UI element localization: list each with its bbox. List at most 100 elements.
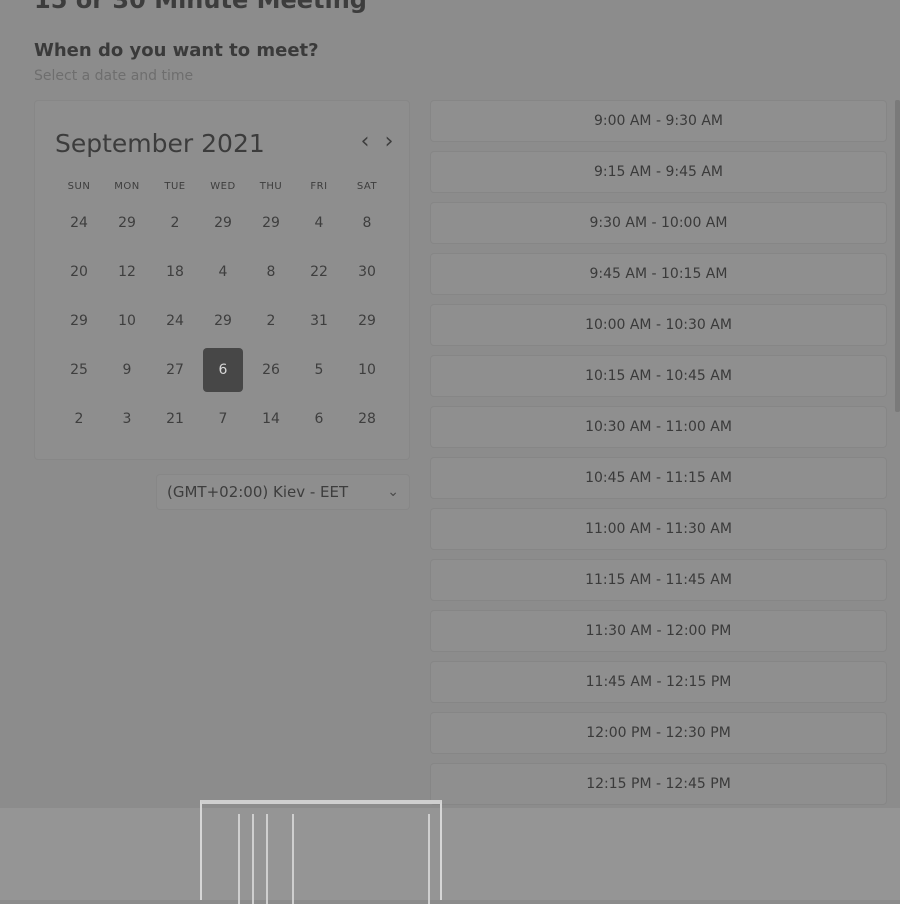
calendar-day-number: 29 [214, 312, 232, 329]
calendar-day-number: 24 [166, 312, 184, 329]
calendar-day-number: 31 [310, 312, 328, 329]
time-slot-button[interactable]: 11:00 AM - 11:30 AM [430, 508, 887, 550]
calendar-day-grid: 24 29 2 29 29 4 8 20 12 18 4 8 22 30 29 10 24 29 2 31 29 25 9 2… [55, 198, 391, 443]
calendar-day[interactable]: 8 [247, 247, 295, 296]
calendar-day[interactable]: 31 [295, 296, 343, 345]
calendar-day-number: 7 [218, 410, 228, 427]
calendar-day[interactable]: 2 [55, 394, 103, 443]
calendar-day-number: 12 [118, 263, 136, 280]
calendar-day[interactable]: 29 [103, 198, 151, 247]
section-subheading: Select a date and time [34, 68, 194, 84]
time-slot-button[interactable]: 11:45 AM - 12:15 PM [430, 661, 887, 703]
chevron-down-icon: ⌄ [387, 484, 399, 500]
time-slot-button[interactable]: 11:15 AM - 11:45 AM [430, 559, 887, 601]
calendar-day-number: 24 [70, 214, 88, 231]
calendar-day[interactable]: 10 [343, 345, 391, 394]
calendar-weekday-header: SUN MON TUE WED THU FRI SAT [55, 181, 391, 192]
calendar-day[interactable]: 29 [199, 296, 247, 345]
calendar-day-number: 28 [358, 410, 376, 427]
calendar-day[interactable]: 27 [151, 345, 199, 394]
weekday-label: SAT [356, 181, 378, 192]
calendar-day-number: 27 [166, 361, 184, 378]
calendar-day[interactable]: 25 [55, 345, 103, 394]
weekday-label: SUN [67, 181, 91, 192]
calendar-day[interactable]: 24 [55, 198, 103, 247]
calendar-day-number: 8 [362, 214, 372, 231]
time-slot-button[interactable]: 12:15 PM - 12:45 PM [430, 763, 887, 805]
calendar-day[interactable]: 18 [151, 247, 199, 296]
weekday-label: TUE [164, 181, 186, 192]
calendar-day[interactable]: 21 [151, 394, 199, 443]
footer-bar [266, 814, 268, 904]
weekday-label: WED [210, 181, 236, 192]
calendar-day-number: 29 [358, 312, 376, 329]
timezone-value: (GMT+02:00) Kiev - EET [167, 483, 349, 501]
page-title: 15 or 30 Minute Meeting [34, 0, 367, 14]
weekday-label: THU [259, 181, 283, 192]
calendar-day-number: 2 [170, 214, 180, 231]
calendar-day[interactable]: 29 [247, 198, 295, 247]
calendar-day[interactable]: 12 [103, 247, 151, 296]
time-slot-button[interactable]: 9:30 AM - 10:00 AM [430, 202, 887, 244]
footer-bar [292, 814, 294, 904]
time-slot-button[interactable]: 9:15 AM - 9:45 AM [430, 151, 887, 193]
footer-bar [428, 814, 430, 904]
time-slot-button[interactable]: 10:15 AM - 10:45 AM [430, 355, 887, 397]
calendar-day[interactable]: 6 [295, 394, 343, 443]
timezone-select[interactable]: (GMT+02:00) Kiev - EET ⌄ [156, 474, 410, 510]
calendar-day[interactable]: 26 [247, 345, 295, 394]
calendar-day-number: 14 [262, 410, 280, 427]
calendar-day[interactable]: 29 [343, 296, 391, 345]
calendar-day[interactable]: 2 [151, 198, 199, 247]
time-slot-button[interactable]: 9:00 AM - 9:30 AM [430, 100, 887, 142]
calendar-day-number: 29 [214, 214, 232, 231]
time-slot-button[interactable]: 12:00 PM - 12:30 PM [430, 712, 887, 754]
calendar-day[interactable]: 28 [343, 394, 391, 443]
weekday-label: MON [114, 181, 140, 192]
time-slot-button[interactable]: 10:30 AM - 11:00 AM [430, 406, 887, 448]
calendar-day-number: 25 [70, 361, 88, 378]
calendar-day[interactable]: 4 [199, 247, 247, 296]
footer-bar [238, 814, 240, 904]
scrollbar[interactable] [895, 100, 900, 412]
time-slot-button[interactable]: 9:45 AM - 10:15 AM [430, 253, 887, 295]
calendar-day-number: 4 [314, 214, 324, 231]
calendar-day[interactable]: 29 [199, 198, 247, 247]
calendar-day[interactable]: 9 [103, 345, 151, 394]
calendar-day[interactable]: 29 [55, 296, 103, 345]
calendar-day[interactable]: 30 [343, 247, 391, 296]
calendar-day-number: 9 [122, 361, 132, 378]
section-heading: When do you want to meet? [34, 40, 319, 61]
calendar-day[interactable]: 20 [55, 247, 103, 296]
calendar-day-number: 26 [262, 361, 280, 378]
calendar-day-number: 8 [266, 263, 276, 280]
calendar-day-number: 29 [118, 214, 136, 231]
calendar-day[interactable]: 4 [295, 198, 343, 247]
calendar: September 2021 ‹ › SUN MON TUE WED THU FRI SAT… [34, 100, 410, 460]
calendar-day[interactable]: 5 [295, 345, 343, 394]
calendar-day-selected[interactable]: 6 [199, 345, 247, 394]
time-slot-button[interactable]: 10:45 AM - 11:15 AM [430, 457, 887, 499]
calendar-day[interactable]: 3 [103, 394, 151, 443]
calendar-day-number: 30 [358, 263, 376, 280]
time-slot-list: 9:00 AM - 9:30 AM 9:15 AM - 9:45 AM 9:30 A… [430, 100, 887, 814]
calendar-day-number: 5 [314, 361, 324, 378]
calendar-day[interactable]: 10 [103, 296, 151, 345]
calendar-day[interactable]: 14 [247, 394, 295, 443]
calendar-day[interactable]: 8 [343, 198, 391, 247]
time-slot-button[interactable]: 10:00 AM - 10:30 AM [430, 304, 887, 346]
calendar-day[interactable]: 7 [199, 394, 247, 443]
chevron-left-icon[interactable]: ‹ [355, 131, 375, 155]
footer-band [0, 808, 900, 900]
calendar-day-number: 2 [266, 312, 276, 329]
calendar-day[interactable]: 2 [247, 296, 295, 345]
calendar-day-number: 29 [70, 312, 88, 329]
calendar-day-number: 6 [314, 410, 324, 427]
time-slot-button[interactable]: 11:30 AM - 12:00 PM [430, 610, 887, 652]
calendar-day[interactable]: 22 [295, 247, 343, 296]
calendar-day[interactable]: 24 [151, 296, 199, 345]
calendar-day-number: 10 [118, 312, 136, 329]
chevron-right-icon[interactable]: › [379, 131, 399, 155]
calendar-day-number: 20 [70, 263, 88, 280]
calendar-day-number: 21 [166, 410, 184, 427]
